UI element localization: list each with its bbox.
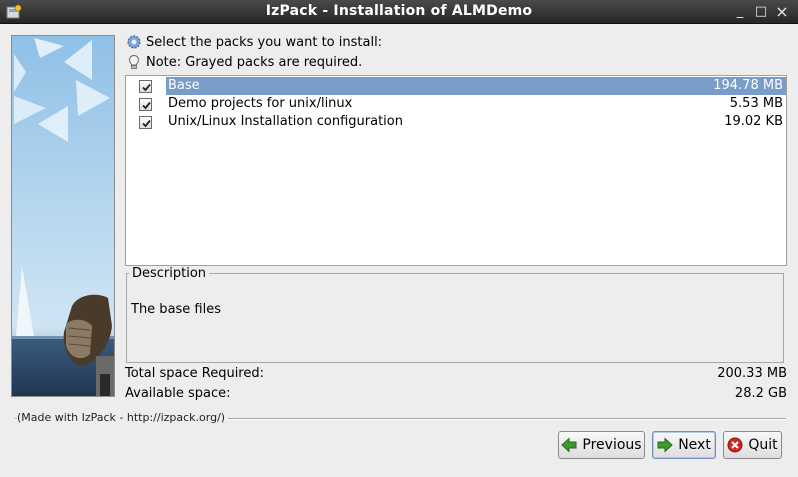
next-label: Next [678, 437, 711, 453]
required-space-row: Total space Required: 200.33 MB [125, 366, 787, 384]
note-text: Note: Grayed packs are required. [146, 54, 363, 70]
available-space-row: Available space: 28.2 GB [125, 386, 787, 404]
pack-checkbox-base[interactable] [139, 80, 152, 93]
stop-icon [727, 437, 743, 453]
maximize-button[interactable]: □ [752, 3, 770, 21]
window-title: IzPack - Installation of ALMDemo [265, 3, 533, 19]
pack-name: Base [168, 78, 200, 93]
pack-size: 5.53 MB [729, 96, 783, 111]
gear-icon [126, 34, 142, 50]
arrow-left-icon [561, 437, 577, 453]
pack-row-demo-projects[interactable]: Demo projects for unix/linux 5.53 MB [126, 95, 786, 113]
instruction-text: Select the packs you want to install: [146, 34, 383, 50]
quit-label: Quit [748, 437, 778, 453]
made-with-izpack: (Made with IzPack - http://izpack.org/) [17, 411, 229, 424]
note-line: Note: Grayed packs are required. [126, 53, 362, 71]
selection-highlight [166, 77, 786, 95]
title-bar[interactable]: IzPack - Installation of ALMDemo _ □ × [0, 0, 798, 24]
installer-side-image [11, 35, 115, 397]
available-space-label: Available space: [125, 386, 231, 401]
pack-row-unix-config[interactable]: Unix/Linux Installation configuration 19… [126, 113, 786, 131]
lightbulb-icon [126, 54, 142, 70]
available-space-value: 28.2 GB [734, 386, 787, 401]
arrow-right-icon [657, 437, 673, 453]
packs-table[interactable]: Base 194.78 MB Demo projects for unix/li… [125, 75, 787, 266]
pack-checkbox-demo-projects[interactable] [139, 98, 152, 111]
required-space-label: Total space Required: [125, 366, 265, 381]
minimize-button[interactable]: _ [731, 3, 749, 21]
pack-name: Demo projects for unix/linux [168, 96, 353, 111]
pack-name: Unix/Linux Installation configuration [168, 114, 403, 129]
description-legend: Description [132, 266, 207, 281]
quit-button[interactable]: Quit [723, 431, 782, 459]
next-button[interactable]: Next [652, 431, 716, 459]
pack-size: 19.02 KB [724, 114, 783, 129]
pack-size: 194.78 MB [713, 78, 783, 93]
description-text: The base files [131, 302, 222, 317]
required-space-value: 200.33 MB [717, 366, 787, 381]
close-button[interactable]: × [773, 3, 791, 21]
pack-checkbox-unix-config[interactable] [139, 116, 152, 129]
pack-row-base[interactable]: Base 194.78 MB [126, 77, 786, 95]
previous-button[interactable]: Previous [558, 431, 645, 459]
description-panel: Description The base files [126, 266, 784, 363]
previous-label: Previous [582, 437, 642, 453]
instruction-line: Select the packs you want to install: [126, 33, 382, 51]
